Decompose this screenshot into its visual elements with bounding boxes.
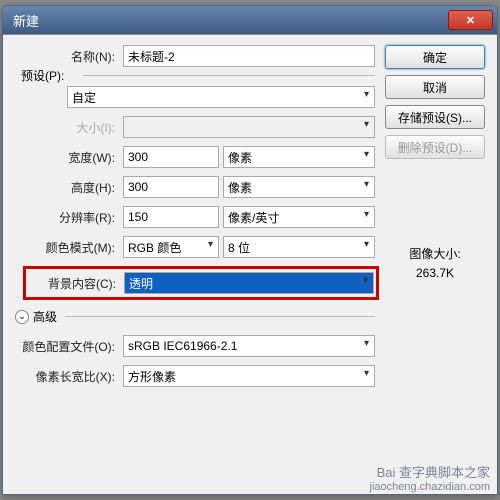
name-input[interactable] (123, 45, 375, 67)
width-unit-dropdown[interactable] (223, 146, 375, 168)
height-input[interactable] (123, 176, 219, 198)
size-dropdown (123, 116, 375, 138)
cancel-button[interactable]: 取消 (385, 75, 485, 99)
watermark: Bai 查字典脚本之家 jiaocheng.chazidian.com (370, 465, 490, 494)
ok-button[interactable]: 确定 (385, 45, 485, 69)
image-size-label: 图像大小: (385, 245, 485, 264)
advanced-label: 高级 (33, 308, 57, 325)
chevron-icon: ⌄ (15, 310, 29, 324)
dialog-content: 名称(N): 预设(P): 大小(I): 宽 (3, 34, 497, 494)
button-column: 确定 取消 存储预设(S)... 删除预设(D)... 图像大小: 263.7K (385, 45, 485, 395)
bg-content-label: 背景内容(C): (28, 275, 120, 292)
height-unit-dropdown[interactable] (223, 176, 375, 198)
save-preset-button[interactable]: 存储预设(S)... (385, 105, 485, 129)
width-label: 宽度(W): (15, 149, 119, 166)
resolution-unit-dropdown[interactable] (223, 206, 375, 228)
preset-dropdown[interactable] (67, 86, 375, 108)
pixel-aspect-dropdown[interactable] (123, 365, 375, 387)
resolution-input[interactable] (123, 206, 219, 228)
delete-preset-button: 删除预设(D)... (385, 135, 485, 159)
color-depth-dropdown[interactable] (223, 236, 375, 258)
color-mode-dropdown[interactable] (123, 236, 219, 258)
color-mode-label: 颜色模式(M): (15, 239, 119, 256)
bg-content-dropdown[interactable] (124, 272, 374, 294)
form-area: 名称(N): 预设(P): 大小(I): 宽 (15, 45, 375, 395)
titlebar: 新建 ✕ (3, 6, 497, 34)
bg-content-highlight: 背景内容(C): (23, 266, 379, 300)
color-profile-dropdown[interactable] (123, 335, 375, 357)
preset-label: 预设(P): (17, 67, 68, 84)
close-button[interactable]: ✕ (448, 10, 493, 30)
height-label: 高度(H): (15, 179, 119, 196)
name-label: 名称(N): (15, 48, 119, 65)
image-size-value: 263.7K (385, 264, 485, 283)
close-icon: ✕ (466, 14, 475, 27)
window-title: 新建 (13, 11, 39, 30)
color-profile-label: 颜色配置文件(O): (15, 338, 119, 355)
image-size-info: 图像大小: 263.7K (385, 245, 485, 283)
advanced-toggle[interactable]: ⌄ 高级 (15, 308, 375, 325)
resolution-label: 分辨率(R): (15, 209, 119, 226)
pixel-aspect-label: 像素长宽比(X): (15, 368, 119, 385)
width-input[interactable] (123, 146, 219, 168)
new-document-dialog: 新建 ✕ 名称(N): 预设(P): 大小(I): (2, 5, 498, 495)
size-label: 大小(I): (15, 119, 119, 136)
